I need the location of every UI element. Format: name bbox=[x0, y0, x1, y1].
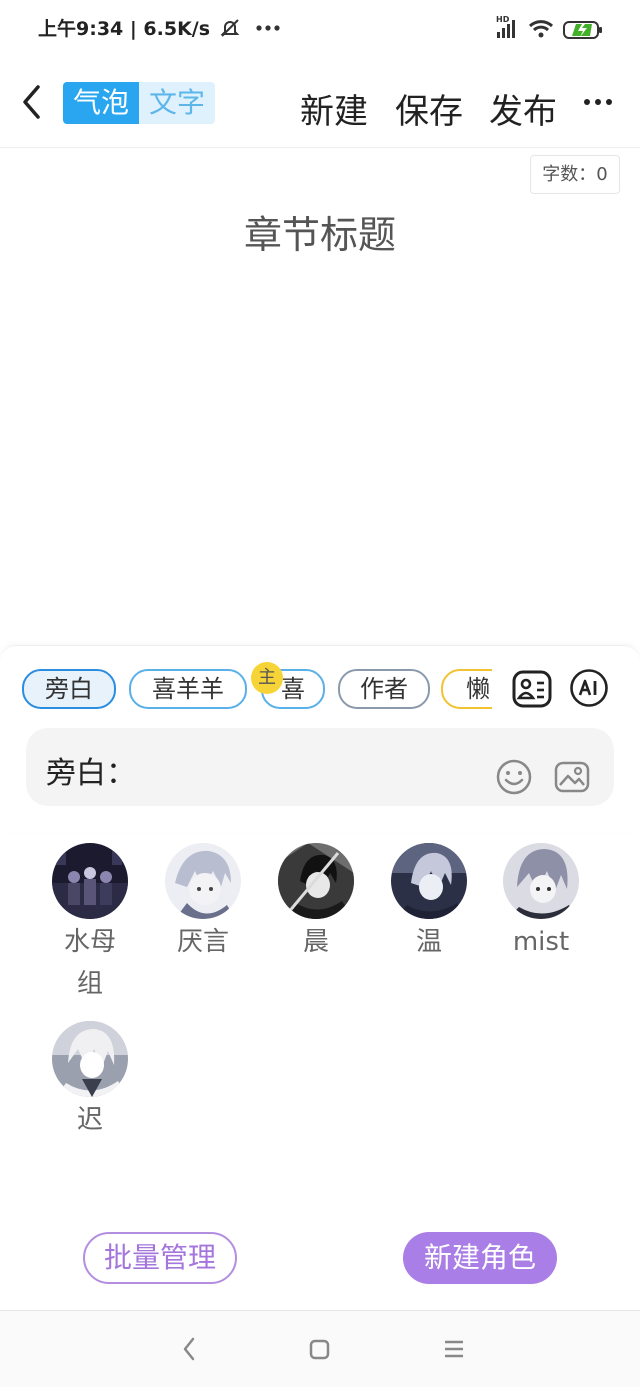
role-item[interactable]: 水母组 bbox=[40, 843, 140, 1005]
role-item[interactable]: 厌言 bbox=[153, 843, 253, 963]
ai-icon bbox=[570, 669, 608, 707]
role-name: 晨 bbox=[302, 927, 329, 957]
avatar bbox=[503, 843, 579, 919]
avatar bbox=[165, 843, 241, 919]
battery-charging-icon bbox=[563, 21, 602, 39]
speaker-chip-author[interactable]: 作者 bbox=[338, 669, 430, 709]
role-item[interactable]: 温 bbox=[379, 843, 479, 963]
ai-button[interactable] bbox=[569, 668, 609, 708]
status-time-speed: 上午9:34 | 6.5K/s bbox=[38, 14, 281, 41]
nav-menu-icon[interactable] bbox=[445, 1340, 463, 1358]
role-name: 温 bbox=[415, 927, 442, 957]
speaker-chip[interactable]: 懒 bbox=[441, 669, 492, 709]
id-card-icon bbox=[512, 670, 552, 708]
avatar bbox=[52, 1021, 128, 1097]
more-dots-icon bbox=[584, 99, 612, 105]
toolbar-divider bbox=[0, 147, 640, 148]
image-icon bbox=[554, 761, 590, 793]
current-speaker-label: 旁白： bbox=[46, 756, 136, 791]
role-item[interactable]: mist bbox=[491, 843, 591, 963]
wifi-icon bbox=[528, 20, 554, 38]
nav-home-icon[interactable] bbox=[309, 1339, 330, 1360]
word-count-badge: 字数：0 bbox=[530, 155, 620, 194]
avatar bbox=[52, 843, 128, 919]
speaker-chip-narration[interactable]: 旁白 bbox=[22, 669, 116, 709]
avatar bbox=[391, 843, 467, 919]
mode-toggle[interactable]: 气泡 文字 bbox=[63, 82, 215, 124]
role-item[interactable]: 迟 bbox=[40, 1021, 140, 1141]
role-name: 迟 bbox=[76, 1105, 103, 1135]
emoji-button[interactable] bbox=[495, 758, 533, 796]
new-button[interactable]: 新建 bbox=[300, 84, 368, 133]
role-name: 水母组 bbox=[63, 927, 116, 999]
role-card-button[interactable] bbox=[511, 669, 553, 709]
back-button[interactable] bbox=[16, 82, 50, 122]
status-indicators: HD bbox=[494, 14, 608, 44]
more-dots-icon bbox=[256, 25, 280, 31]
speaker-chip[interactable]: 喜羊羊 bbox=[129, 669, 247, 709]
role-item[interactable]: 晨 bbox=[266, 843, 366, 963]
mode-bubble-tab[interactable]: 气泡 bbox=[63, 82, 139, 124]
new-role-button[interactable]: 新建角色 bbox=[403, 1232, 557, 1284]
signal-icon: HD bbox=[496, 15, 515, 38]
role-name: 厌言 bbox=[176, 927, 229, 957]
image-button[interactable] bbox=[553, 758, 591, 796]
save-button[interactable]: 保存 bbox=[395, 84, 463, 133]
publish-button[interactable]: 发布 bbox=[489, 84, 557, 133]
system-nav-bar bbox=[0, 1311, 640, 1387]
speaker-chip-strip[interactable]: 旁白 喜羊羊 喜 作者 懒 bbox=[0, 669, 492, 711]
nav-back-icon[interactable] bbox=[170, 1331, 210, 1367]
batch-manage-button[interactable]: 批量管理 bbox=[83, 1232, 237, 1284]
status-time: 上午9:34 | 6.5K/s bbox=[38, 18, 211, 40]
avatar bbox=[278, 843, 354, 919]
chapter-title-input[interactable]: 章节标题 bbox=[0, 204, 640, 259]
more-button[interactable] bbox=[580, 90, 616, 114]
mute-icon bbox=[220, 19, 240, 37]
chevron-left-icon bbox=[23, 85, 40, 119]
net-type-label: HD bbox=[496, 15, 510, 24]
main-role-badge: 主 bbox=[251, 662, 283, 694]
status-bar: 上午9:34 | 6.5K/s HD bbox=[0, 0, 640, 58]
role-name: mist bbox=[512, 927, 570, 957]
smiley-icon bbox=[496, 759, 532, 795]
mode-text-tab[interactable]: 文字 bbox=[139, 82, 215, 124]
